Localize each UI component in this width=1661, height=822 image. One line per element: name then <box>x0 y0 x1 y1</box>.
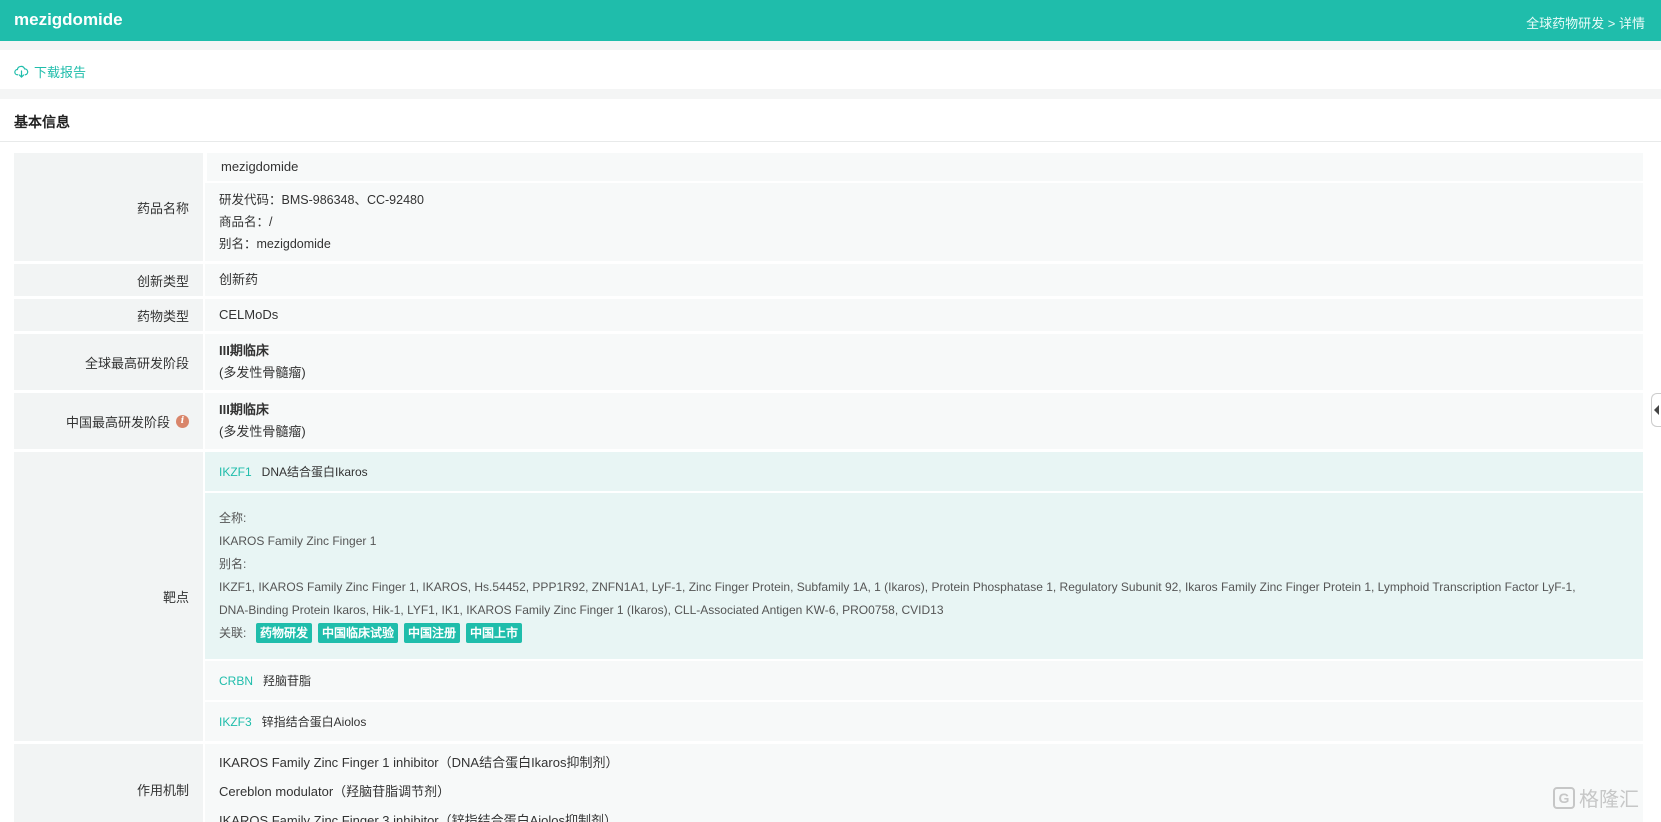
row-global-stage: 全球最高研发阶段 III期临床 (多发性骨髓瘤) <box>14 334 1643 390</box>
label-text: 靶点 <box>162 590 189 605</box>
global-stage-indication: (多发性骨髓瘤) <box>219 365 306 380</box>
label-global-stage: 全球最高研发阶段 <box>14 334 203 390</box>
target-values: IKZF1 DNA结合蛋白Ikaros 全称: IKAROS Family Zin… <box>205 452 1643 741</box>
target-code-link[interactable]: IKZF3 <box>219 715 252 729</box>
label-drug-type: 药物类型 <box>14 299 203 331</box>
label-text: 中国最高研发阶段 <box>65 414 170 430</box>
page-title: mezigdomide <box>14 10 123 29</box>
fullname-value: IKAROS Family Zinc Finger 1 <box>219 534 377 548</box>
label-text: 作用机制 <box>136 782 189 798</box>
row-drug-type: 药物类型 CELMoDs <box>14 299 1643 331</box>
side-collapse-tab[interactable] <box>1651 393 1661 427</box>
section-title: 基本信息 <box>14 114 70 130</box>
target-details: 全称: IKAROS Family Zinc Finger 1 别名: IKZF1,… <box>205 493 1643 659</box>
drug-type-value: CELMoDs <box>205 299 1643 331</box>
target-name: 锌指结合蛋白Aiolos <box>261 715 367 729</box>
breadcrumb[interactable]: 全球药物研发 > 详情 <box>1526 13 1645 32</box>
target-name: 羟脑苷脂 <box>263 674 312 688</box>
toolbar: 下载报告 <box>0 50 1661 89</box>
mechanism-item: IKAROS Family Zinc Finger 1 inhibitor（DN… <box>219 755 619 770</box>
target-item: IKZF3 锌指结合蛋白Aiolos <box>205 702 1643 741</box>
top-bar: mezigdomide 全球药物研发 > 详情 <box>0 0 1661 41</box>
target-name: DNA结合蛋白Ikaros <box>261 465 368 479</box>
drug-name-details: 研发代码：BMS-986348、CC-92480 商品名：/ 别名：mezigd… <box>205 183 1643 261</box>
label-mechanism: 作用机制 <box>14 744 203 822</box>
drug-name-values: mezigdomide 研发代码：BMS-986348、CC-92480 商品名… <box>205 153 1643 261</box>
row-drug-name: 药品名称 mezigdomide 研发代码：BMS-986348、CC-9248… <box>14 153 1643 261</box>
label-innovation-type: 创新类型 <box>14 264 203 296</box>
info-table: 药品名称 mezigdomide 研发代码：BMS-986348、CC-9248… <box>14 153 1643 822</box>
mechanism-item: IKAROS Family Zinc Finger 3 inhibitor（锌指… <box>219 813 618 822</box>
mechanism-item: Cereblon modulator（羟脑苷脂调节剂） <box>219 784 451 799</box>
related-key: 关联: <box>219 626 247 640</box>
dev-code: 研发代码：BMS-986348、CC-92480 <box>219 193 424 207</box>
target-code-link[interactable]: IKZF1 <box>219 465 252 479</box>
label-china-stage: 中国最高研发阶段 i <box>14 393 203 449</box>
label-text: 全球最高研发阶段 <box>84 355 189 371</box>
target-fullname-row: 全称: IKAROS Family Zinc Finger 1 <box>219 507 1603 553</box>
drug-name-value: mezigdomide <box>207 153 1643 181</box>
tag-drug-rd[interactable]: 药物研发 <box>256 623 313 643</box>
mechanism-values: IKAROS Family Zinc Finger 1 inhibitor（DN… <box>205 744 1643 822</box>
label-text: 药品名称 <box>136 200 189 216</box>
watermark-text: 格隆汇 <box>1579 789 1639 811</box>
row-innovation-type: 创新类型 创新药 <box>14 264 1643 296</box>
global-stage-phase: III期临床 <box>219 343 269 358</box>
china-stage-value: III期临床 (多发性骨髓瘤) <box>205 393 1643 449</box>
trade-name: 商品名：/ <box>219 215 273 229</box>
global-stage-value: III期临床 (多发性骨髓瘤) <box>205 334 1643 390</box>
download-report-label: 下载报告 <box>34 65 87 80</box>
cloud-download-icon <box>14 65 29 78</box>
label-text: 创新类型 <box>136 273 189 289</box>
target-related-row: 关联: 药物研发 中国临床试验 中国注册 中国上市 <box>219 622 1603 645</box>
tag-china-market[interactable]: 中国上市 <box>466 623 523 643</box>
tag-china-trials[interactable]: 中国临床试验 <box>318 623 399 643</box>
download-report-button[interactable]: 下载报告 <box>14 62 86 81</box>
target-item: IKZF1 DNA结合蛋白Ikaros <box>205 452 1643 491</box>
china-stage-indication: (多发性骨髓瘤) <box>219 424 306 439</box>
alias-value: IKZF1, IKAROS Family Zinc Finger 1, IKAR… <box>219 580 1576 617</box>
row-mechanism: 作用机制 IKAROS Family Zinc Finger 1 inhibit… <box>14 744 1643 822</box>
section-header: 基本信息 <box>0 99 1661 142</box>
innovation-type-value: 创新药 <box>205 264 1643 296</box>
china-stage-phase: III期临床 <box>219 402 269 417</box>
alias-name: 别名：mezigdomide <box>219 237 331 251</box>
row-china-stage: 中国最高研发阶段 i III期临床 (多发性骨髓瘤) <box>14 393 1643 449</box>
target-alias-row: 别名: IKZF1, IKAROS Family Zinc Finger 1, I… <box>219 553 1603 622</box>
target-item: CRBN 羟脑苷脂 <box>205 661 1643 700</box>
label-drug-name: 药品名称 <box>14 153 203 261</box>
label-text: 药物类型 <box>136 308 189 324</box>
target-code-link[interactable]: CRBN <box>219 674 253 688</box>
fullname-key: 全称: <box>219 511 247 525</box>
label-target: 靶点 <box>14 452 203 741</box>
watermark-logo: G <box>1553 786 1575 809</box>
row-target: 靶点 IKZF1 DNA结合蛋白Ikaros 全称: IKAROS Family … <box>14 452 1643 741</box>
watermark: G 格隆汇 <box>1553 783 1639 812</box>
tag-china-registration[interactable]: 中国注册 <box>404 623 461 643</box>
info-icon[interactable]: i <box>176 414 189 428</box>
collapse-arrow-icon <box>1654 405 1659 415</box>
alias-key: 别名: <box>219 557 247 571</box>
